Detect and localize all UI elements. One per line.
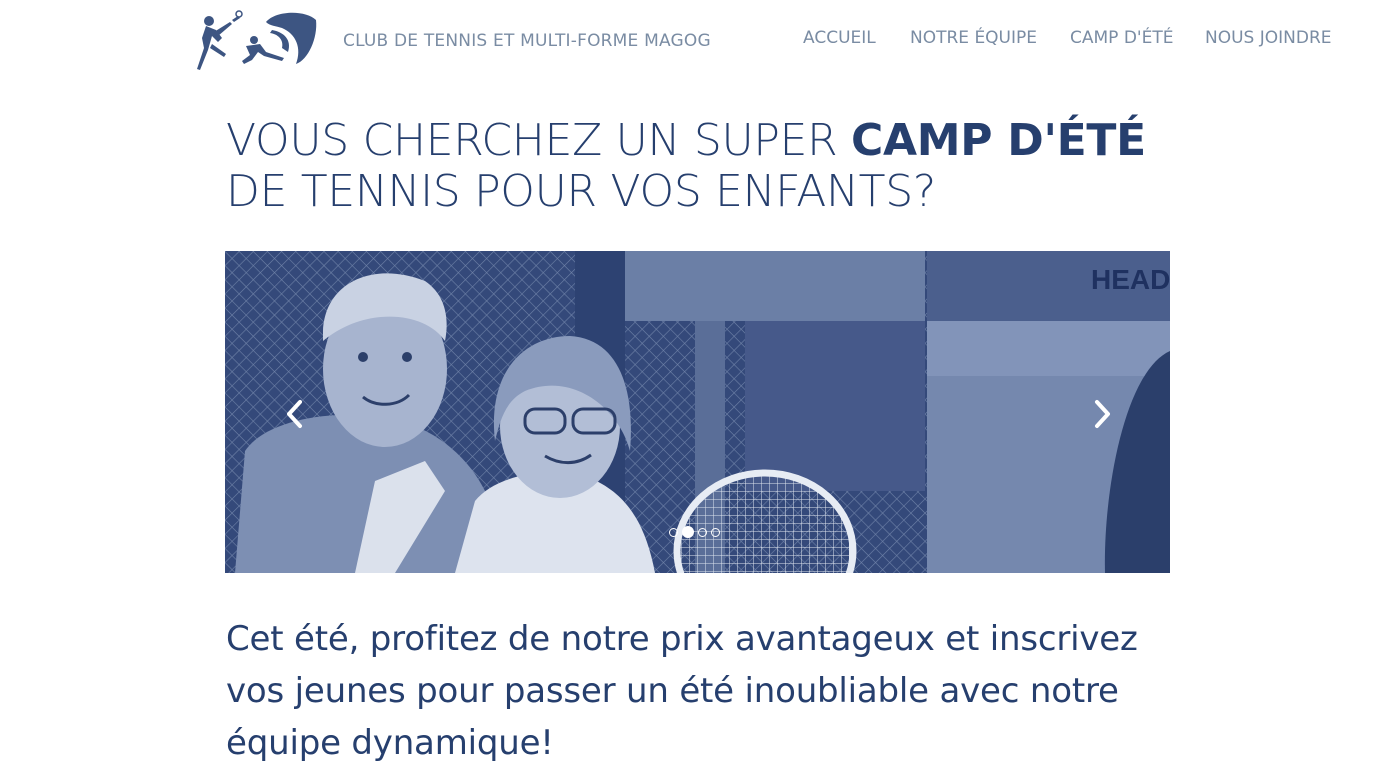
title-line-2: DE TENNIS POUR VOS ENFANTS? (226, 166, 936, 217)
page-title: VOUS CHERCHEZ UN SUPER CAMP D'ÉTÉ DE TEN… (226, 115, 1206, 217)
carousel-slide-image: HEAD (225, 251, 1170, 573)
nav-item-camp-ete[interactable]: CAMP D'ÉTÉ (1070, 28, 1173, 48)
carousel-indicators (669, 526, 720, 538)
main-nav: ACCUEIL NOTRE ÉQUIPE CAMP D'ÉTÉ NOUS JOI… (0, 28, 1394, 52)
photo-carousel[interactable]: HEAD (225, 251, 1170, 573)
chevron-left-icon (287, 400, 302, 428)
page: CLUB DE TENNIS ET MULTI-FORME MAGOG ACCU… (0, 0, 1394, 778)
carousel-indicator-dot[interactable] (682, 526, 694, 538)
carousel-next-button[interactable] (1087, 392, 1117, 436)
carousel-indicator-dot[interactable] (698, 527, 707, 537)
nav-item-nous-joindre[interactable]: NOUS JOINDRE (1205, 28, 1332, 48)
nav-item-accueil[interactable]: ACCUEIL (803, 28, 876, 48)
nav-item-notre-equipe[interactable]: NOTRE ÉQUIPE (910, 28, 1037, 48)
title-line-1-regular: VOUS CHERCHEZ UN SUPER (226, 115, 852, 166)
carousel-indicator-dot[interactable] (669, 527, 678, 537)
carousel-prev-button[interactable] (280, 392, 310, 436)
head-sign-text: HEAD (1091, 264, 1170, 295)
intro-paragraph: Cet été, profitez de notre prix avantage… (226, 619, 1138, 763)
carousel-indicator-dot[interactable] (711, 527, 720, 537)
title-line-1-bold: CAMP D'ÉTÉ (851, 115, 1146, 166)
chevron-right-icon (1095, 400, 1110, 428)
